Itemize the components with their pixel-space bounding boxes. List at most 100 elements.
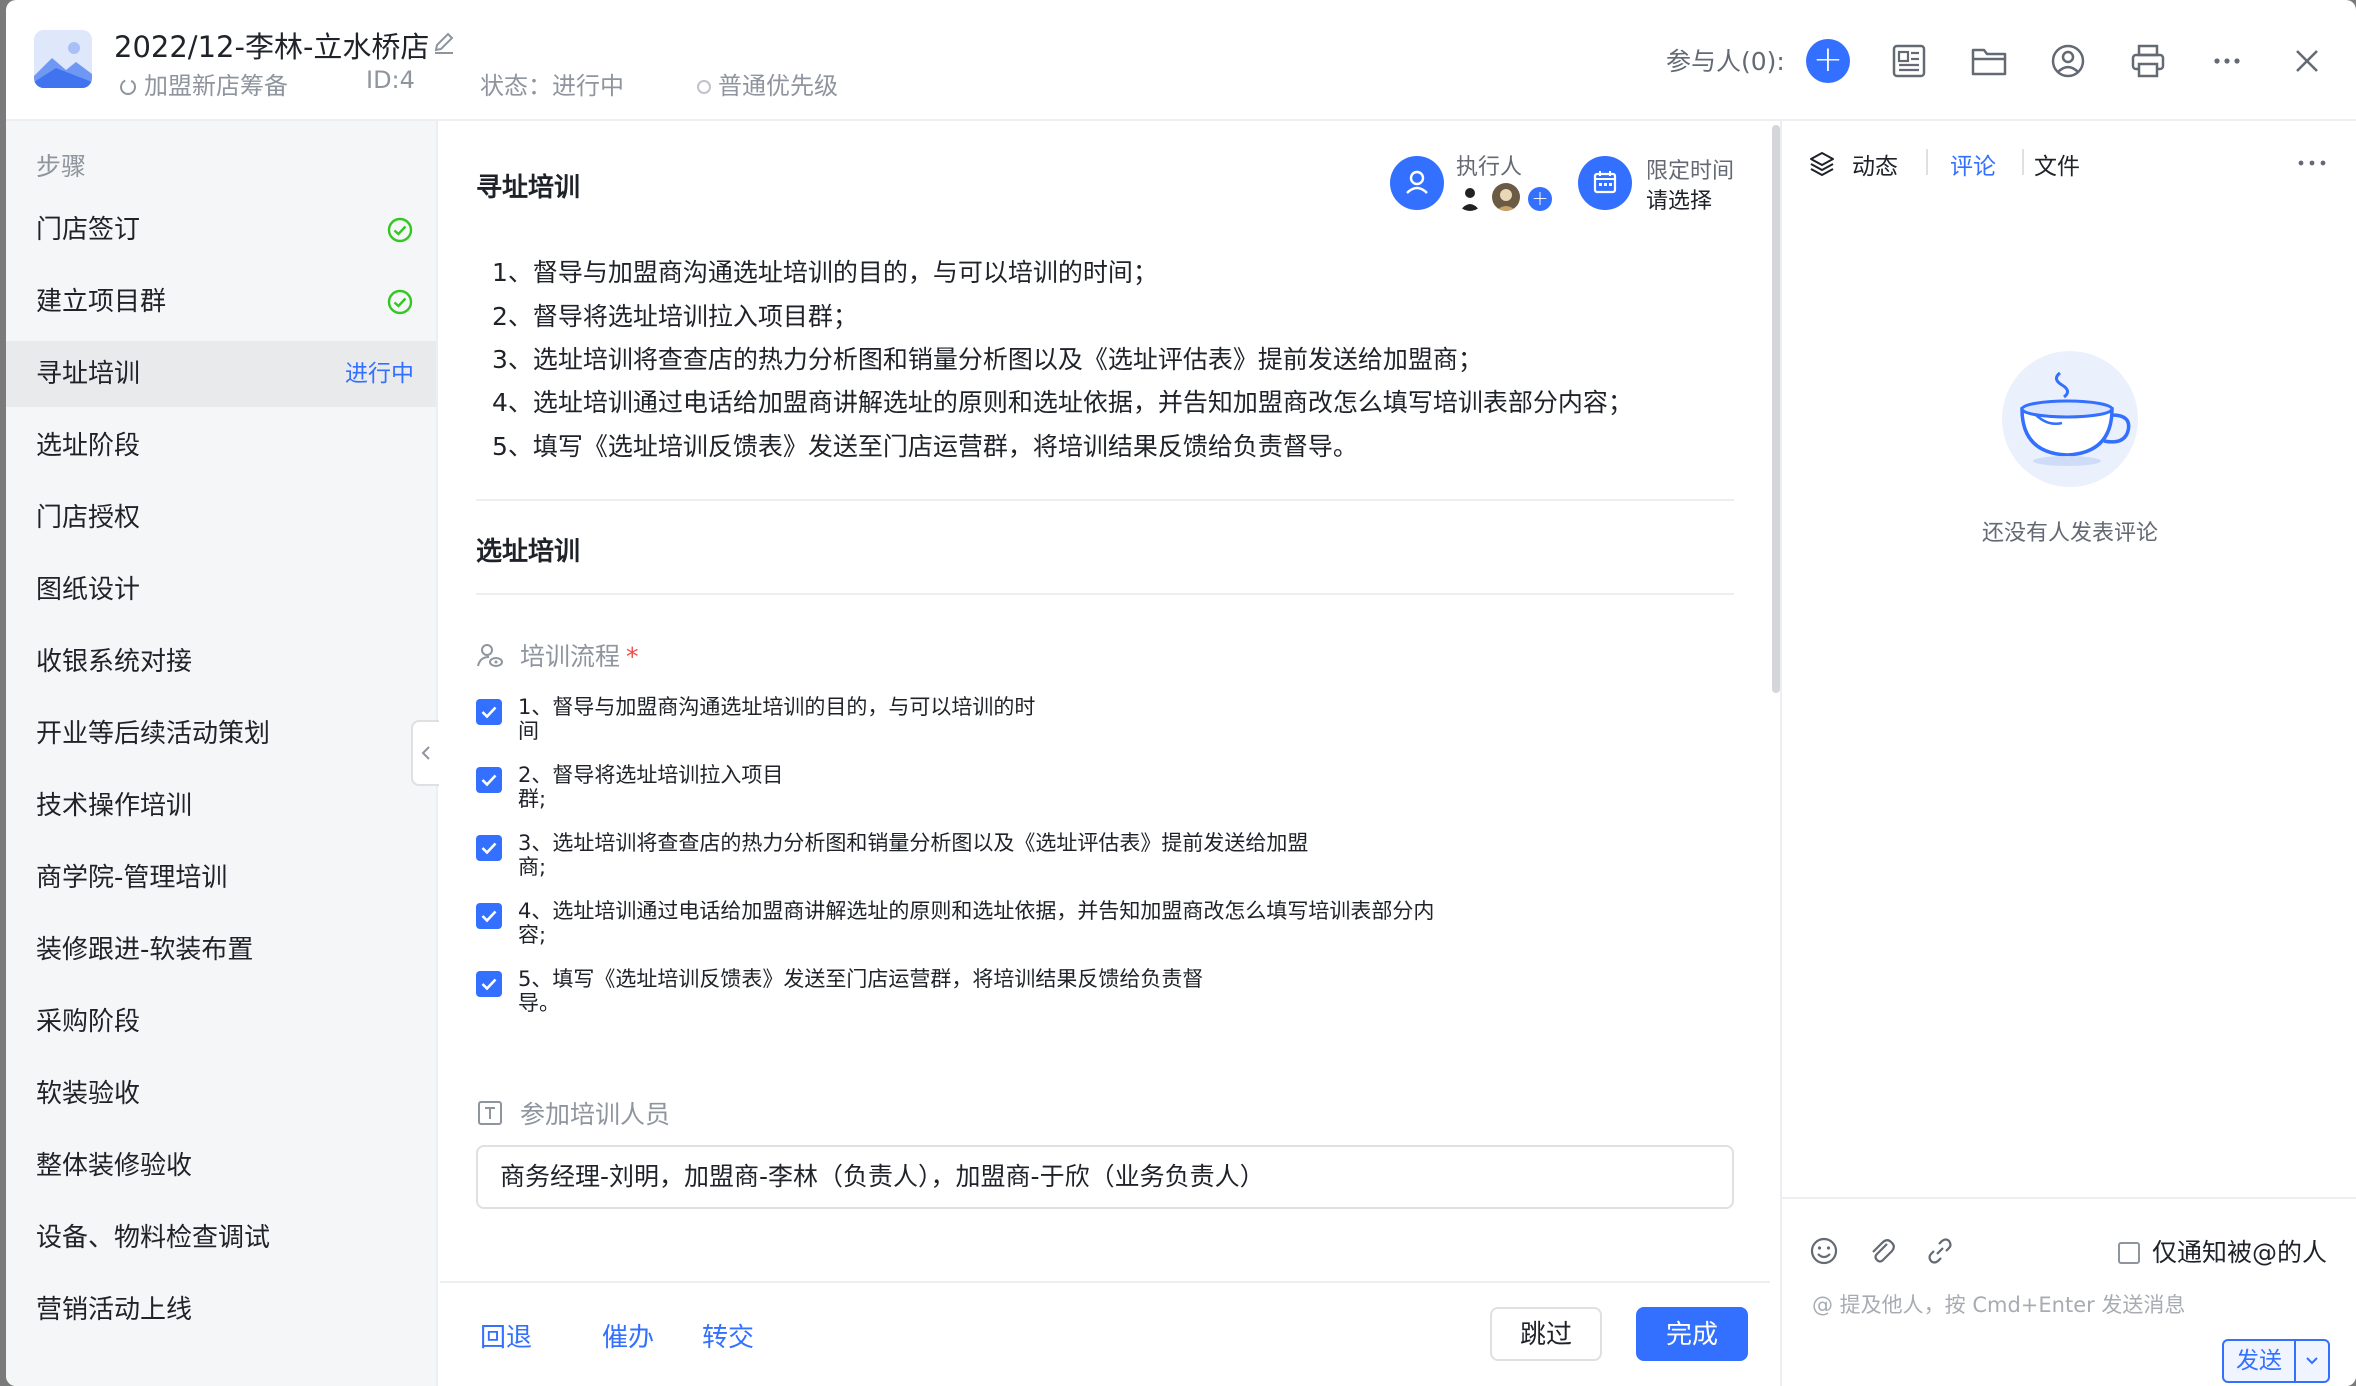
attachment-icon[interactable] [1866, 1235, 1898, 1267]
step-item[interactable]: 收银系统对接 [6, 629, 436, 695]
add-participant-button[interactable]: + [1806, 39, 1850, 83]
header: 2022/12-李林-立水桥店 加盟新店筹备 ID:4 状态：进行中 普通优先级… [6, 0, 2356, 121]
step-label: 选址阶段 [36, 431, 141, 461]
step-item[interactable]: 装修跟进-软装布置 [6, 917, 436, 983]
step-item[interactable]: 设备、物料检查调试 [6, 1205, 436, 1271]
step-item[interactable]: 软装验收 [6, 1061, 436, 1127]
field-label-attendees: 参加培训人员 [520, 1100, 671, 1129]
step-label: 整体装修验收 [36, 1151, 193, 1181]
description-line: 2、督导将选址培训拉入项目群； [492, 302, 858, 331]
edit-icon[interactable] [431, 30, 457, 56]
emoji-icon[interactable] [1808, 1235, 1840, 1267]
notify-mentioned-only-checkbox[interactable]: 仅通知被@的人 [2118, 1233, 2327, 1269]
deadline-label: 限定时间 [1646, 159, 1735, 184]
step-label: 软装验收 [36, 1079, 141, 1109]
step-item[interactable]: 建立项目群 [6, 269, 436, 335]
tab-divider [2022, 149, 2024, 175]
more-icon[interactable] [2206, 40, 2248, 82]
step-item-active[interactable]: 寻址培训 进行中 [6, 341, 436, 407]
checkbox-unchecked[interactable] [2118, 1242, 2140, 1264]
task-status: 状态：进行中 [480, 72, 624, 100]
person-avatar-icon [1460, 188, 1480, 211]
collapse-sidebar-button[interactable] [411, 720, 439, 786]
step-item[interactable]: 整体装修验收 [6, 1133, 436, 1199]
empty-comments-text: 还没有人发表评论 [1981, 521, 2158, 546]
steps-sidebar: 步骤 门店签订 建立项目群 寻址培训 进行中 选址阶段 门店授权 图纸设计 收银… [6, 121, 438, 1386]
required-mark: * [626, 642, 639, 671]
step-label: 开业等后续活动策划 [36, 719, 271, 749]
more-icon[interactable] [2292, 149, 2332, 177]
attendees-input[interactable]: 商务经理-刘明，加盟商-李林（负责人），加盟商-于欣（业务负责人） [476, 1145, 1734, 1209]
step-item[interactable]: 选址阶段 [6, 413, 436, 479]
checkbox-checked[interactable] [476, 767, 502, 793]
task-id: ID:4 [366, 66, 415, 94]
step-item[interactable]: 技术操作培训 [6, 773, 436, 839]
step-item[interactable]: 采购阶段 [6, 989, 436, 1055]
notify-label: 仅通知被@的人 [2152, 1238, 2328, 1267]
close-icon[interactable] [2286, 40, 2328, 82]
step-label: 采购阶段 [36, 1007, 141, 1037]
user-circle-icon[interactable] [2047, 40, 2089, 82]
activity-panel: 动态 评论 文件 还没有人发表评论 仅通知被@的人 @ 提及他人，按 Cmd+E… [1780, 121, 2356, 1386]
description-line: 1、督导与加盟商沟通选址培训的目的，与可以培训的时间； [492, 258, 1158, 287]
deadline-button[interactable] [1578, 156, 1632, 210]
document-icon[interactable] [1888, 40, 1930, 82]
action-footer: 回退 催办 转交 跳过 完成 [440, 1281, 1770, 1386]
print-icon[interactable] [2127, 40, 2169, 82]
layers-icon [1810, 152, 1834, 177]
tab-comments[interactable]: 评论 [1950, 147, 1996, 181]
folder-icon[interactable] [1968, 40, 2010, 82]
checklist-text: 2、督导将选址培训拉入项目 群; [518, 763, 784, 811]
complete-button[interactable]: 完成 [1636, 1307, 1748, 1361]
checkbox-checked[interactable] [476, 971, 502, 997]
description-line: 3、选址培训将查查店的热力分析图和销量分析图以及《选址评估表》提前发送给加盟商； [492, 345, 1483, 374]
step-item[interactable]: 门店授权 [6, 485, 436, 551]
step-item[interactable]: 开业等后续活动策划 [6, 701, 436, 767]
step-item[interactable]: 商学院-管理培训 [6, 845, 436, 911]
tab-divider [1926, 149, 1928, 175]
check-circle-icon [387, 289, 413, 315]
tab-activity[interactable]: 动态 [1852, 147, 1898, 181]
checklist-text: 4、选址培训通过电话给加盟商讲解选址的原则和选址依据，并告知加盟商改怎么填写培训… [518, 899, 1435, 947]
send-button-group: 发送 [2222, 1339, 2330, 1383]
send-options-button[interactable] [2294, 1341, 2328, 1381]
main-content: 寻址培训 执行人 + 限定时间 请选择 1、督导与加盟商沟通选址培训的目的，与可… [440, 121, 1780, 1386]
category-label: 加盟新店筹备 [144, 72, 288, 100]
checkbox-checked[interactable] [476, 835, 502, 861]
step-label: 营销活动上线 [36, 1295, 193, 1325]
deadline-value[interactable]: 请选择 [1646, 183, 1712, 215]
checklist-text: 5、填写《选址培训反馈表》发送至门店运营群，将培训结果反馈给负责督 导。 [518, 967, 1204, 1015]
comment-composer: 仅通知被@的人 @ 提及他人，按 Cmd+Enter 发送消息 发送 [1782, 1197, 2356, 1386]
step-item[interactable]: 营销活动上线 [6, 1277, 436, 1343]
scrollbar-thumb[interactable] [1772, 125, 1780, 693]
step-item[interactable]: 图纸设计 [6, 557, 436, 623]
check-icon [481, 774, 497, 787]
skip-button[interactable]: 跳过 [1490, 1307, 1602, 1361]
checkbox-checked[interactable] [476, 903, 502, 929]
checkbox-checked[interactable] [476, 699, 502, 725]
scrollbar[interactable] [1770, 125, 1780, 1275]
step-item[interactable]: 门店签订 [6, 197, 436, 263]
executor-avatar[interactable] [1492, 183, 1520, 211]
user-eye-icon [477, 644, 503, 667]
send-button[interactable]: 发送 [2224, 1341, 2294, 1381]
description-line: 4、选址培训通过电话给加盟商讲解选址的原则和选址依据，并告知加盟商改怎么填写培训… [492, 388, 1633, 417]
rollback-button[interactable]: 回退 [480, 1317, 532, 1354]
person-avatar-icon [1496, 189, 1516, 211]
priority-tag[interactable]: 普通优先级 [696, 66, 838, 101]
comment-input[interactable]: @ 提及他人，按 Cmd+Enter 发送消息 [1812, 1289, 2185, 1319]
step-label: 装修跟进-软装布置 [36, 935, 254, 965]
tab-files[interactable]: 文件 [2034, 147, 2080, 181]
calendar-icon [1593, 171, 1617, 194]
transfer-button[interactable]: 转交 [702, 1317, 754, 1354]
check-icon [481, 842, 497, 855]
add-executor-button[interactable]: + [1528, 187, 1552, 211]
urge-button[interactable]: 催办 [602, 1317, 654, 1354]
executor-avatar-placeholder[interactable] [1390, 156, 1444, 210]
priority-label: 普通优先级 [718, 72, 838, 100]
link-icon[interactable] [1924, 1235, 1956, 1267]
step-label: 寻址培训 [36, 359, 141, 389]
executor-avatar[interactable] [1456, 183, 1484, 211]
field-label-text: 培训流程 [520, 642, 621, 671]
priority-dot-icon [697, 80, 711, 94]
